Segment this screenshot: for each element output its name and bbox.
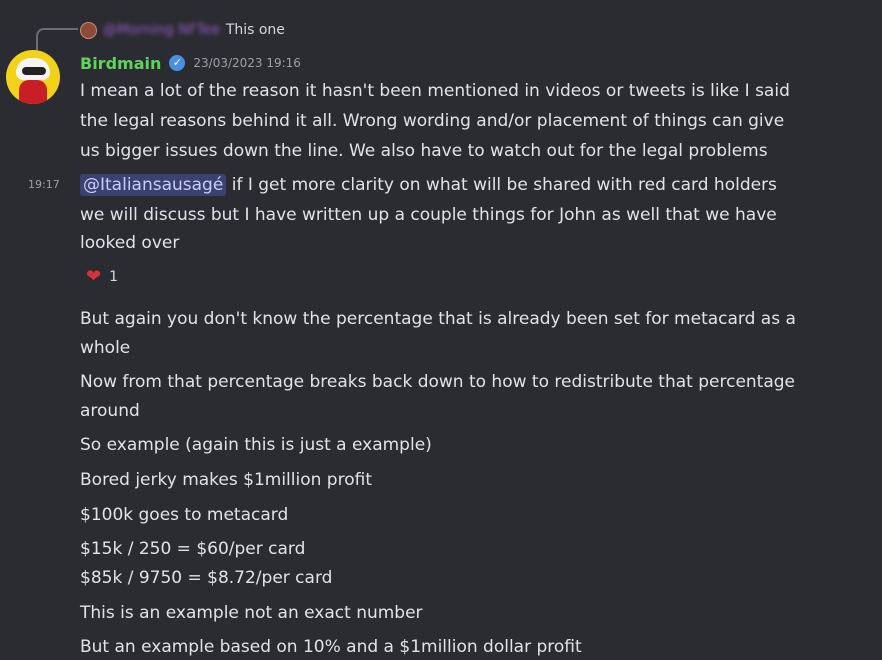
message-header: Birdmain ✓ 23/03/2023 19:16: [80, 50, 301, 76]
verified-badge-icon: ✓: [169, 55, 186, 71]
followup-line: Now from that percentage breaks back dow…: [80, 372, 796, 392]
mention-line-text: if I get more clarity on what will be sh…: [226, 175, 777, 195]
reply-connector: [36, 28, 78, 52]
message-line: I mean a lot of the reason it hasn't bee…: [80, 81, 790, 101]
avatar-visor: [22, 67, 46, 75]
followup-line: around: [80, 401, 140, 421]
avatar-body: [19, 80, 47, 104]
avatar[interactable]: [6, 50, 60, 104]
user-mention[interactable]: @Italiansausagé: [80, 174, 227, 196]
reply-text: This one: [225, 22, 285, 38]
followup-line: But again you don't know the percentage …: [80, 309, 796, 329]
reaction-count: 1: [109, 269, 119, 285]
reply-avatar: [80, 21, 97, 39]
message-line: looked over: [80, 233, 180, 253]
followup-line: Bored jerky makes $1million profit: [80, 470, 372, 490]
heart-icon: ❤: [86, 266, 102, 287]
followup-line: $100k goes to metacard: [80, 505, 289, 525]
side-timestamp: 19:17: [28, 178, 60, 191]
followup-line: So example (again this is just a example…: [80, 435, 432, 455]
reply-preview[interactable]: @Morning NFTee This one: [80, 18, 285, 42]
followup-line: $85k / 9750 = $8.72/per card: [80, 568, 333, 588]
reaction-heart[interactable]: ❤ 1: [86, 264, 118, 290]
message-line: the legal reasons behind it all. Wrong w…: [80, 111, 785, 131]
followup-line: $15k / 250 = $60/per card: [80, 539, 306, 559]
message-line: us bigger issues down the line. We also …: [80, 141, 768, 161]
followup-line: whole: [80, 338, 131, 358]
followup-line: But an example based on 10% and a $1mill…: [80, 637, 582, 657]
message-line-with-mention: @Italiansausagé if I get more clarity on…: [80, 174, 777, 196]
followup-line: This is an example not an exact number: [80, 603, 423, 623]
username[interactable]: Birdmain: [80, 54, 161, 73]
message-line: we will discuss but I have written up a …: [80, 205, 777, 225]
reply-username[interactable]: @Morning NFTee: [103, 22, 220, 38]
timestamp: 23/03/2023 19:16: [193, 56, 301, 70]
